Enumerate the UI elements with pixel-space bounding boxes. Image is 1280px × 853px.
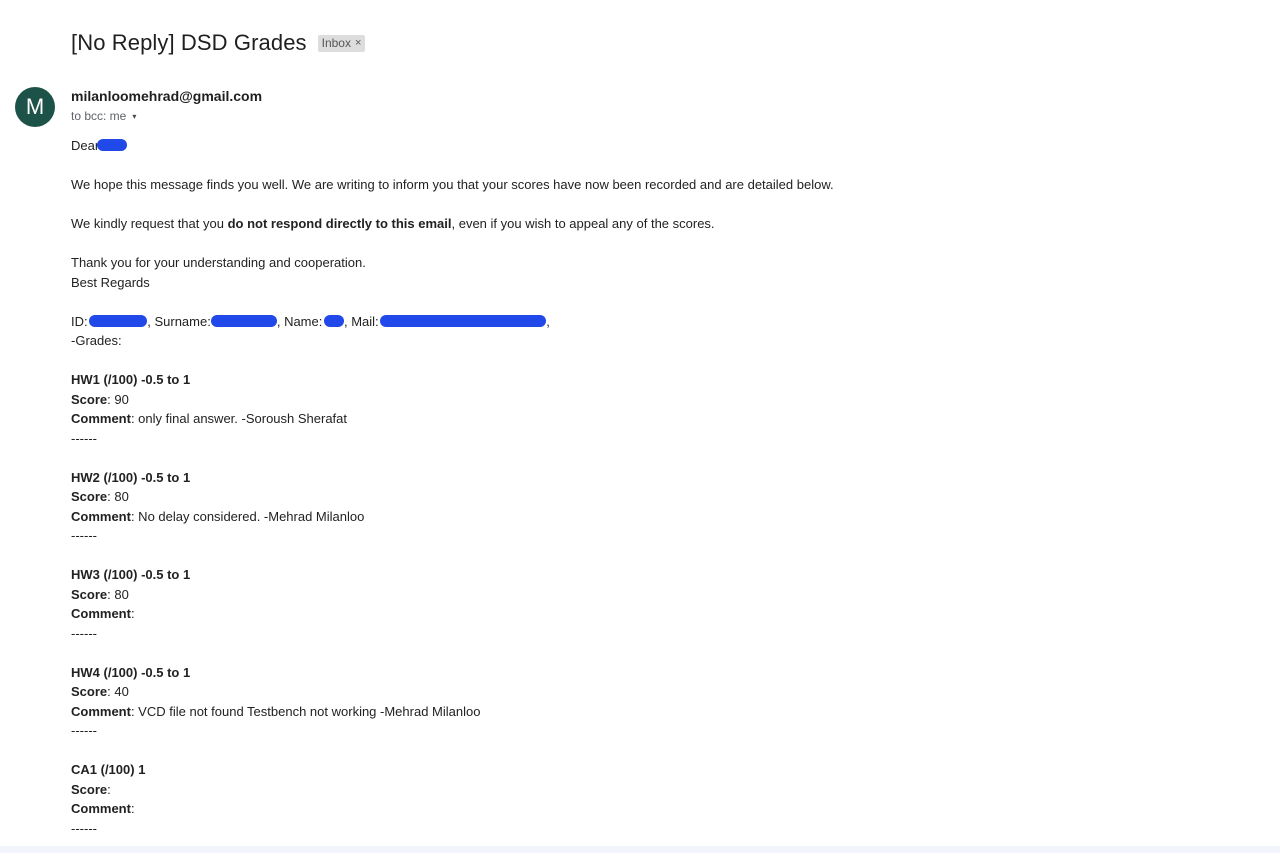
greeting-line: Dear (71, 136, 1171, 156)
score-value: : (107, 781, 111, 797)
trailing-comma: , (546, 313, 550, 329)
recipients-toggle[interactable]: to bcc: me ▾ (71, 109, 136, 123)
score-value: : 80 (107, 586, 129, 602)
separator: ------ (71, 625, 97, 641)
mail-label: , Mail: (343, 313, 379, 329)
student-info-line: ID: , Surname: , Name: , Mail: , (71, 312, 1171, 332)
surname-label: , Surname: (147, 313, 211, 329)
separator: ------ (71, 528, 97, 543)
sender-avatar[interactable]: M (15, 87, 55, 127)
redacted-surname (210, 314, 277, 327)
grade-block-hw1: HW1 (/100) -0.5 to 1 Score: 90 Comment: … (71, 370, 1171, 448)
score-value: : 90 (107, 391, 129, 407)
comment-label: Comment (71, 801, 131, 816)
message-body: Dear We hope this message finds you well… (71, 136, 1171, 838)
subject-row: [No Reply] DSD Grades Inbox × (71, 30, 366, 56)
grade-title: HW1 (/100) -0.5 to 1 (71, 372, 191, 387)
grade-block-ca1: CA1 (/100) 1 Score: Comment: ------ (71, 760, 1171, 838)
comment-text: : (130, 801, 135, 816)
separator: ------ (71, 723, 97, 738)
greeting: Dear (71, 138, 100, 153)
comment-text: : No delay considered. -Mehrad Milanloo (130, 508, 365, 524)
score-label: Score (71, 489, 108, 504)
id-label: ID: (71, 313, 88, 329)
regards-line: Best Regards (71, 274, 150, 290)
separator: ------ (71, 430, 97, 446)
redacted-id (89, 314, 148, 327)
score-value: : 40 (107, 684, 129, 699)
grade-block-hw3: HW3 (/100) -0.5 to 1 Score: 80 Comment: … (71, 565, 1171, 643)
grades-header: -Grades: (71, 333, 122, 348)
comment-label: Comment (71, 411, 131, 426)
inbox-label-chip[interactable]: Inbox × (317, 34, 366, 52)
redacted-name (323, 314, 344, 327)
score-label: Score (71, 684, 108, 699)
intro-paragraph: We hope this message finds you well. We … (71, 177, 834, 192)
redacted-mail (380, 314, 547, 327)
recipients-text: to bcc: me (71, 109, 127, 123)
redacted-recipient-name (97, 139, 128, 151)
name-label: , Name: (276, 313, 323, 329)
remove-label-icon[interactable]: × (355, 37, 361, 49)
comment-label: Comment (71, 606, 131, 621)
score-label: Score (71, 781, 108, 797)
sender-address[interactable]: milanloomehrad@gmail.com (71, 88, 262, 104)
separator: ------ (71, 820, 97, 836)
request-suffix: , even if you wish to appeal any of the … (451, 216, 715, 231)
request-paragraph: We kindly request that you do not respon… (71, 214, 1171, 234)
comment-text: : VCD file not found Testbench not worki… (130, 703, 481, 719)
grade-title: HW4 (/100) -0.5 to 1 (71, 664, 191, 680)
score-value: : 80 (107, 489, 129, 504)
score-label: Score (71, 586, 108, 602)
bottom-edge (0, 846, 1280, 853)
grade-block-hw2: HW2 (/100) -0.5 to 1 Score: 80 Comment: … (71, 468, 1171, 546)
grade-block-hw4: HW4 (/100) -0.5 to 1 Score: 40 Comment: … (71, 663, 1171, 741)
thanks-line: Thank you for your understanding and coo… (71, 255, 366, 270)
grade-title: HW3 (/100) -0.5 to 1 (71, 567, 191, 582)
comment-text: : (130, 606, 135, 621)
score-label: Score (71, 391, 108, 407)
grade-title: HW2 (/100) -0.5 to 1 (71, 469, 191, 485)
comment-label: Comment (71, 508, 131, 524)
email-subject: [No Reply] DSD Grades (71, 30, 307, 55)
label-name: Inbox (321, 35, 351, 50)
request-prefix: We kindly request that you (71, 216, 228, 231)
comment-text: : only final answer. -Soroush Sherafat (130, 411, 348, 426)
request-emphasis: do not respond directly to this email (227, 216, 452, 231)
chevron-down-icon[interactable]: ▾ (132, 112, 136, 121)
grade-title: CA1 (/100) 1 (71, 762, 146, 777)
comment-label: Comment (71, 703, 131, 719)
